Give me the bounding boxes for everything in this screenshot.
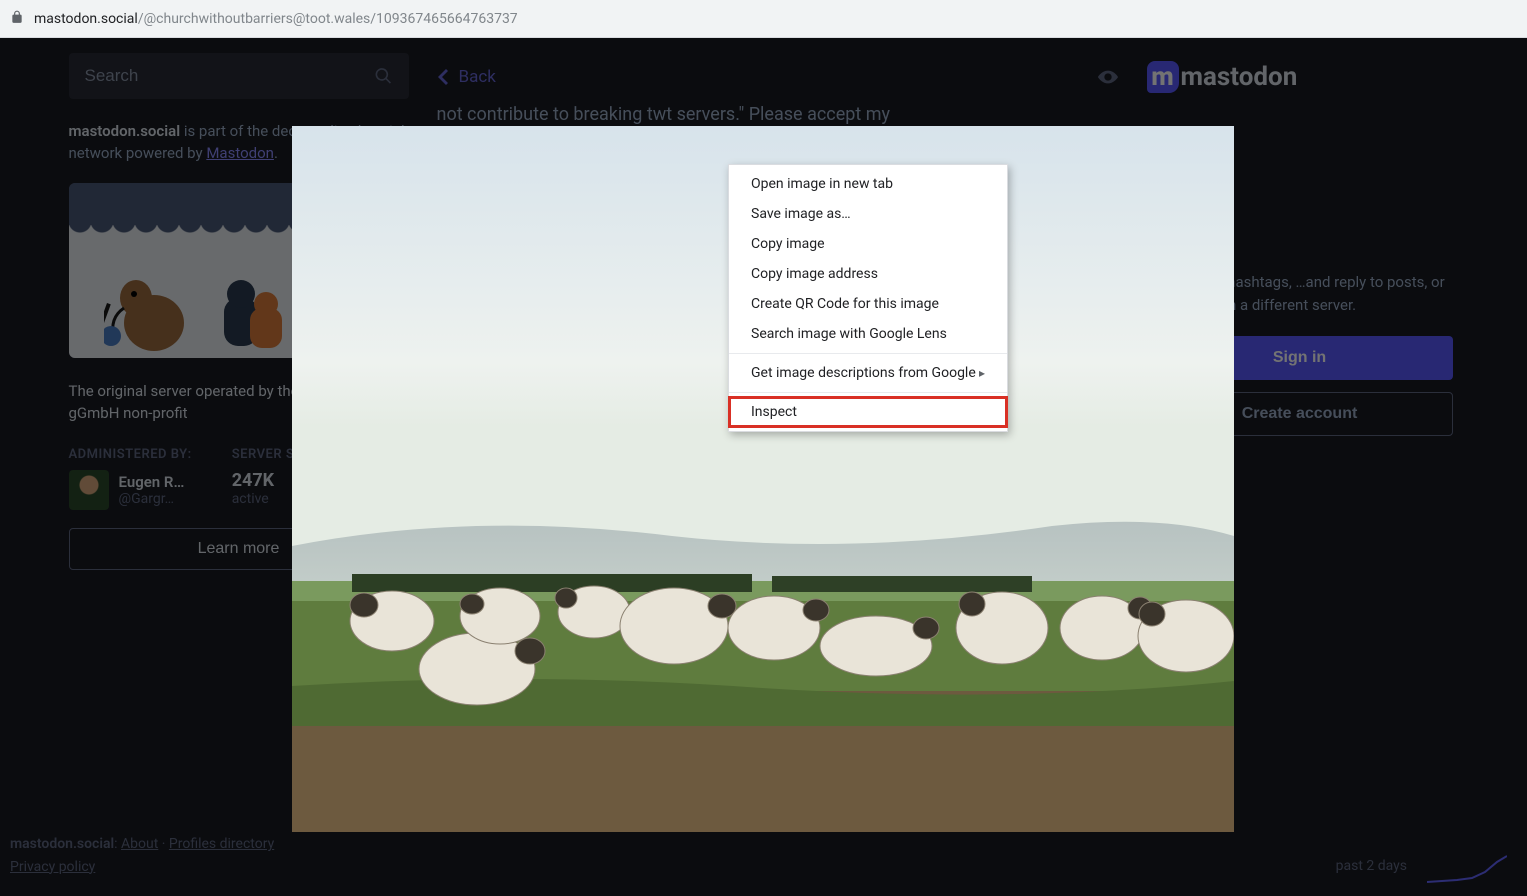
- ctx-create-qr-code[interactable]: Create QR Code for this image: [729, 289, 1007, 319]
- ctx-search-google-lens[interactable]: Search image with Google Lens: [729, 319, 1007, 349]
- ctx-copy-image[interactable]: Copy image: [729, 229, 1007, 259]
- ctx-save-image-as[interactable]: Save image as…: [729, 199, 1007, 229]
- url-host: mastodon.social: [34, 11, 138, 27]
- ctx-open-image-new-tab[interactable]: Open image in new tab: [729, 169, 1007, 199]
- ctx-copy-image-address[interactable]: Copy image address: [729, 259, 1007, 289]
- context-menu: Open image in new tab Save image as… Cop…: [728, 164, 1008, 432]
- browser-address-bar: mastodon.social /@churchwithoutbarriers@…: [0, 0, 1527, 38]
- url-path: /@churchwithoutbarriers@toot.wales/10936…: [138, 11, 518, 27]
- ctx-separator: [729, 392, 1007, 393]
- lock-icon: [10, 10, 24, 28]
- ctx-separator: [729, 353, 1007, 354]
- ctx-inspect[interactable]: Inspect: [729, 397, 1007, 427]
- ctx-get-image-descriptions[interactable]: Get image descriptions from Google: [729, 358, 1007, 388]
